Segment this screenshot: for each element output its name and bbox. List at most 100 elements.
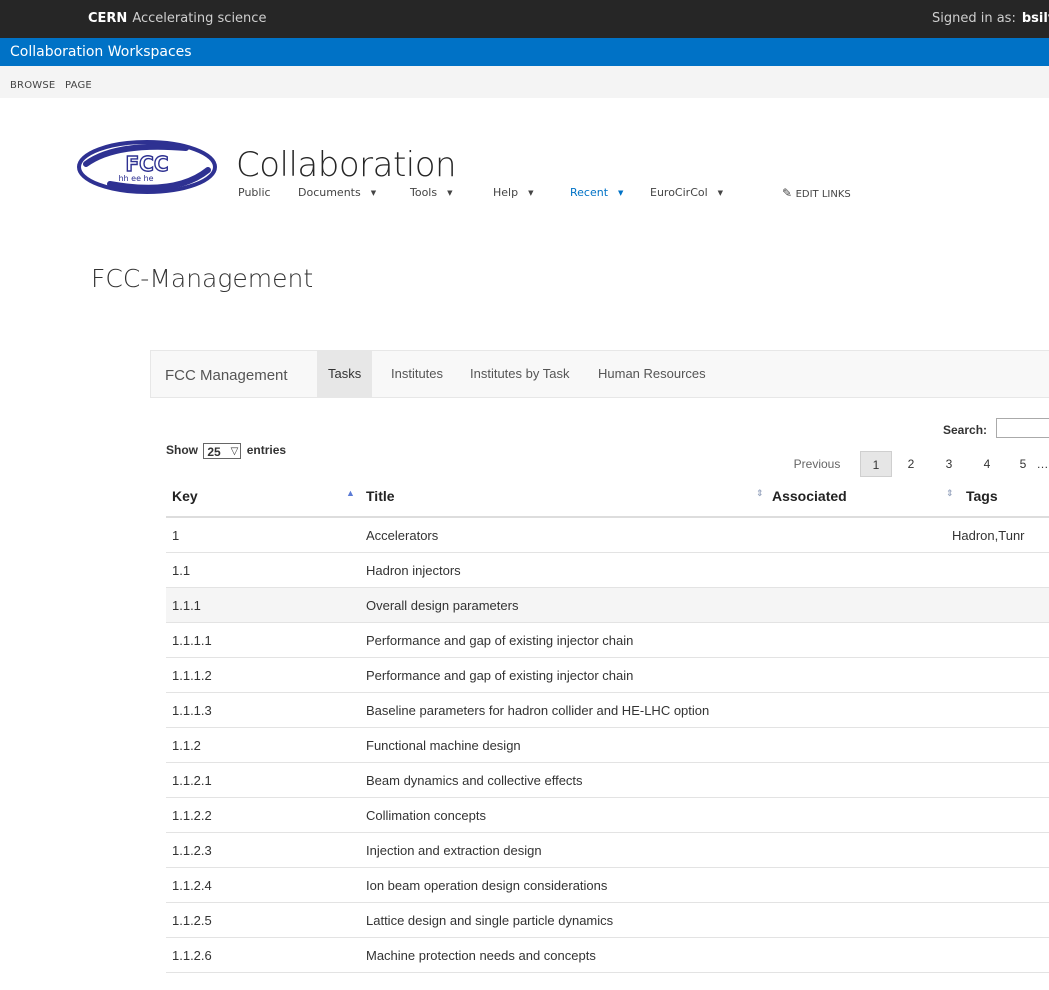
- nav-item-public[interactable]: Public: [238, 186, 271, 199]
- entries-select[interactable]: 25 ▽: [203, 443, 242, 459]
- cell-title: Hadron injectors: [366, 563, 461, 578]
- cell-title: Baseline parameters for hadron collider …: [366, 703, 710, 718]
- nav-item-recent[interactable]: Recent ▼: [570, 186, 623, 199]
- table-body: 1 Accelerators Hadron,Tunr 1.1 Hadron inject…: [166, 518, 1049, 973]
- cern-toolbar: CERN Accelerating science Signed in as: bs…: [0, 0, 1049, 38]
- cell-key: 1.1.2.5: [172, 913, 212, 928]
- page-button[interactable]: 3: [936, 451, 962, 477]
- caret-down-icon: ▼: [528, 189, 534, 197]
- cell-title: Ion beam operation design considerations: [366, 878, 608, 893]
- logo-text: FCC: [125, 152, 168, 176]
- cell-title: Overall design parameters: [366, 598, 519, 613]
- tab-institutes[interactable]: Institutes: [380, 351, 454, 397]
- tab-human-resources[interactable]: Human Resources: [587, 351, 717, 397]
- table-row[interactable]: 1.1.2.1 Beam dynamics and collective effe…: [166, 763, 1049, 798]
- table-row[interactable]: 1.1.2.3 Injection and extraction design: [166, 833, 1049, 868]
- search-input[interactable]: [996, 418, 1049, 438]
- cell-title: Machine protection needs and concepts: [366, 948, 596, 963]
- nav-label: Documents: [298, 186, 361, 199]
- nav-item-help[interactable]: Help ▼: [493, 186, 533, 199]
- table-row[interactable]: 1.1.1.3 Baseline parameters for hadron co…: [166, 693, 1049, 728]
- cell-title: Injection and extraction design: [366, 843, 542, 858]
- column-header-associated[interactable]: Associated: [772, 488, 847, 504]
- tasks-table: Key ▲ Title ⇕ Associated ⇕ Tags 1 Acceler…: [166, 480, 1049, 973]
- caret-down-icon: ▼: [370, 189, 377, 197]
- show-label: Show: [166, 443, 198, 458]
- cell-key: 1.1.2.4: [172, 878, 212, 893]
- cell-title: Performance and gap of existing injector…: [366, 633, 634, 648]
- ribbon-tab-browse[interactable]: BROWSE: [10, 80, 55, 91]
- nav-label: Public: [238, 186, 271, 199]
- nav-item-tools[interactable]: Tools ▼: [410, 186, 453, 199]
- cern-logo-text: CERN: [88, 11, 128, 26]
- table-row[interactable]: 1.1.2.2 Collimation concepts: [166, 798, 1049, 833]
- table-row[interactable]: 1 Accelerators Hadron,Tunr: [166, 518, 1049, 553]
- caret-down-icon: ▼: [717, 189, 724, 197]
- page-title: FCC-Management: [91, 264, 314, 293]
- cell-title: Accelerators: [366, 528, 439, 543]
- edit-links-label: EDIT LINKS: [795, 189, 851, 200]
- column-header-key[interactable]: Key: [172, 488, 198, 504]
- cell-key: 1.1.2.1: [172, 773, 212, 788]
- user-name-link[interactable]: bsilva: [1022, 11, 1049, 26]
- cell-key: 1.1.1.1: [172, 633, 212, 648]
- cell-key: 1.1.2.6: [172, 948, 212, 963]
- page-button[interactable]: 2: [898, 451, 924, 477]
- table-row[interactable]: 1.1.2.6 Machine protection needs and conc…: [166, 938, 1049, 973]
- table-row[interactable]: 1.1.2.4 Ion beam operation design conside…: [166, 868, 1049, 903]
- column-header-tags[interactable]: Tags: [966, 488, 998, 504]
- cell-key: 1.1.2.2: [172, 808, 212, 823]
- page-button-current[interactable]: 1: [860, 451, 892, 477]
- cell-title: Functional machine design: [366, 738, 521, 753]
- page-button[interactable]: 5: [1010, 451, 1036, 477]
- sort-ascending-icon: ▲: [346, 488, 355, 498]
- previous-page-button[interactable]: Previous: [778, 451, 856, 477]
- table-row[interactable]: 1.1 Hadron injectors: [166, 553, 1049, 588]
- cell-key: 1.1.1.2: [172, 668, 212, 683]
- fcc-logo[interactable]: FCC hh ee he: [76, 140, 218, 194]
- logo-subtext: hh ee he: [118, 174, 153, 183]
- cell-key: 1.1.1: [172, 598, 201, 613]
- pagination-ellipsis: …: [1036, 457, 1049, 471]
- suite-title-link[interactable]: Collaboration Workspaces: [10, 44, 192, 60]
- entries-value: 25: [207, 445, 221, 459]
- entries-length-control: Show 25 ▽ entries: [166, 443, 286, 459]
- ribbon-tab-page[interactable]: PAGE: [65, 80, 92, 91]
- navbar-brand[interactable]: FCC Management: [165, 367, 288, 384]
- tab-tasks[interactable]: Tasks: [317, 351, 373, 397]
- pencil-icon: ✎: [782, 186, 793, 200]
- caret-down-icon: ▼: [618, 189, 624, 197]
- tab-institutes-by-task[interactable]: Institutes by Task: [459, 351, 580, 397]
- cell-title: Collimation concepts: [366, 808, 486, 823]
- sort-both-icon: ⇕: [946, 488, 954, 498]
- caret-down-icon: ▼: [447, 189, 453, 197]
- page-button[interactable]: 4: [974, 451, 1000, 477]
- table-row[interactable]: 1.1.2 Functional machine design: [166, 728, 1049, 763]
- nav-label: Help: [493, 186, 519, 199]
- nav-label: Recent: [570, 186, 609, 199]
- table-row[interactable]: 1.1.2.5 Lattice design and single particl…: [166, 903, 1049, 938]
- nav-label: Tools: [410, 186, 438, 199]
- cern-brand[interactable]: CERN Accelerating science: [88, 11, 266, 26]
- table-row[interactable]: 1.1.1.1 Performance and gap of existing i…: [166, 623, 1049, 658]
- table-row[interactable]: 1.1.1.2 Performance and gap of existing i…: [166, 658, 1049, 693]
- cell-key: 1.1.1.3: [172, 703, 212, 718]
- nav-item-documents[interactable]: Documents ▼: [298, 186, 376, 199]
- cell-key: 1: [172, 528, 180, 543]
- sort-both-icon: ⇕: [756, 488, 764, 498]
- ribbon: BROWSE PAGE: [0, 66, 1049, 98]
- table-row[interactable]: 1.1.1 Overall design parameters: [166, 588, 1049, 623]
- edit-links-button[interactable]: ✎ EDIT LINKS: [782, 186, 851, 200]
- nav-item-eurocircol[interactable]: EuroCirCol ▼: [650, 186, 723, 199]
- column-header-title[interactable]: Title: [366, 488, 395, 504]
- entries-label: entries: [246, 443, 287, 458]
- search-label: Search:: [943, 423, 988, 437]
- cell-tags: Hadron,Tunr: [952, 528, 1025, 543]
- chevron-down-icon: ▽: [230, 446, 239, 457]
- cern-tagline: Accelerating science: [132, 11, 267, 26]
- cell-title: Performance and gap of existing injector…: [366, 668, 634, 683]
- cell-key: 1.1.2: [172, 738, 201, 753]
- nav-label: EuroCirCol: [650, 186, 708, 199]
- site-title[interactable]: Collaboration: [236, 145, 457, 185]
- app-navbar: FCC Management Tasks Institutes Institut…: [150, 350, 1049, 398]
